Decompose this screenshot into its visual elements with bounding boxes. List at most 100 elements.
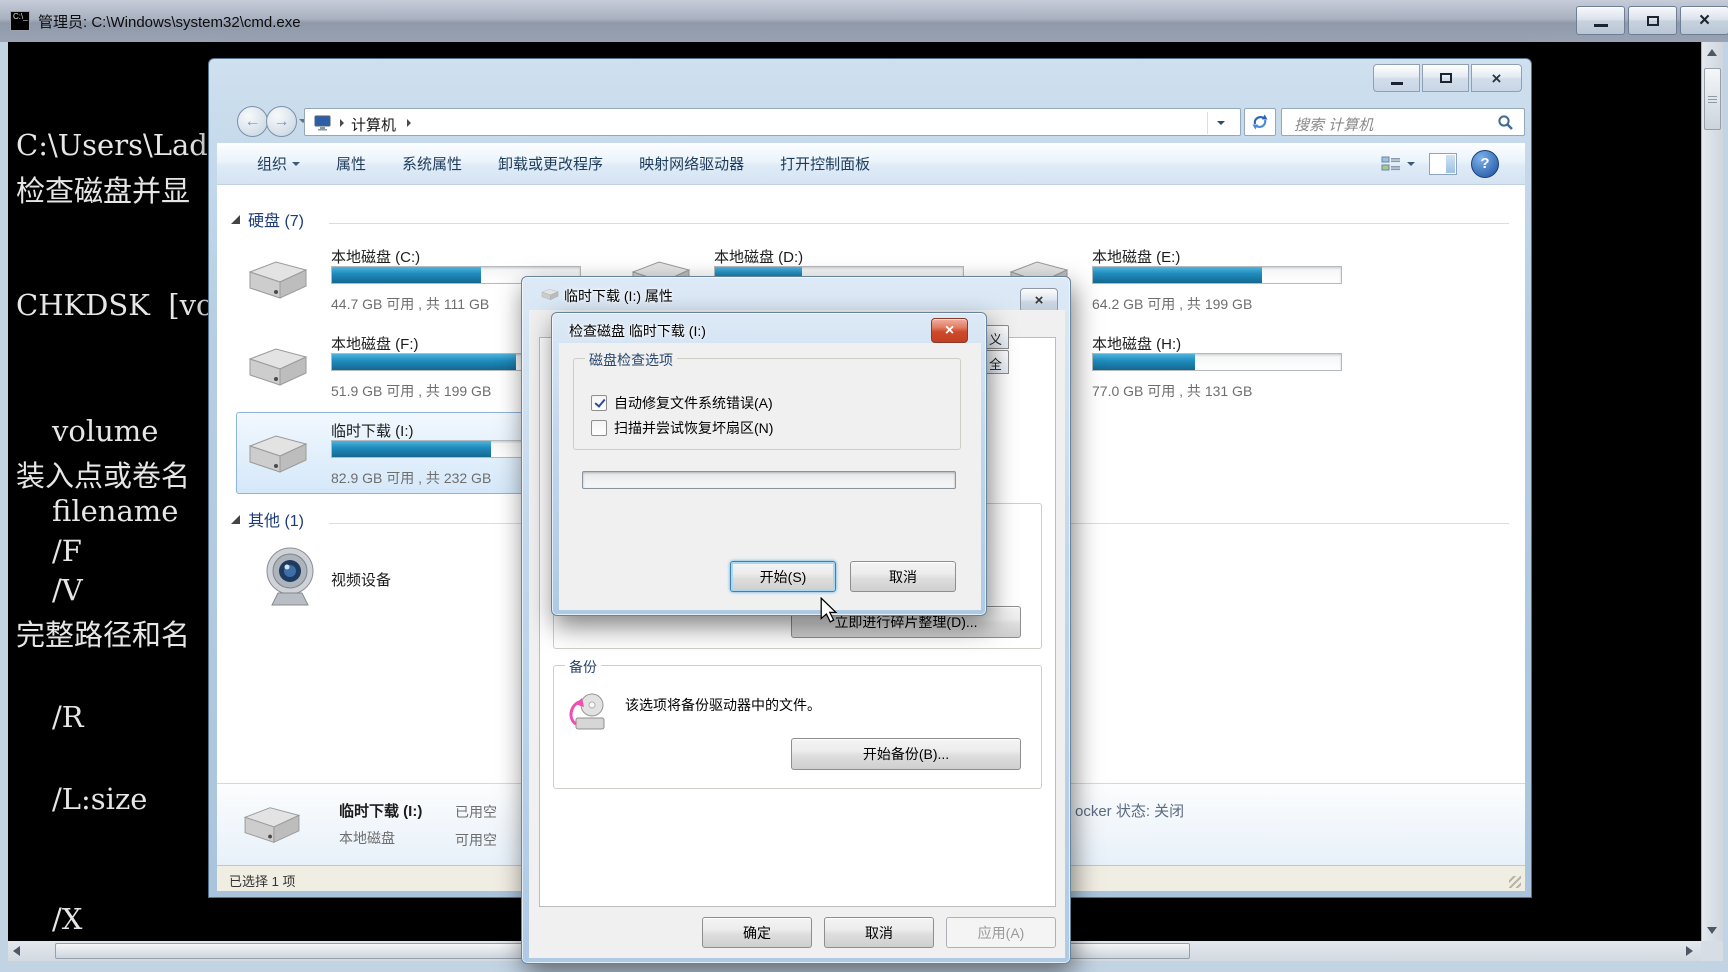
toolbar-item-label: 组织 — [257, 153, 287, 174]
toolbar-item-label: 属性 — [336, 153, 366, 174]
checkdisk-dialog: 检查磁盘 临时下载 (I:) × 磁盘检查选项 自动修复文件系统错误(A)扫描并… — [551, 312, 987, 616]
breadcrumb-arrow-icon[interactable] — [407, 119, 411, 127]
console-text-line: /R — [52, 700, 84, 734]
drive-name: 本地磁盘 (H:) — [1092, 333, 1181, 354]
scroll-up-icon[interactable] — [1707, 49, 1717, 56]
checkdisk-cancel-button[interactable]: 取消 — [850, 561, 956, 592]
apply-button[interactable]: 应用(A) — [946, 917, 1056, 948]
vertical-scroll-thumb[interactable] — [1704, 68, 1721, 130]
preview-pane-button[interactable] — [1429, 153, 1457, 175]
options-group-label: 磁盘检查选项 — [585, 350, 677, 370]
drive-name: 临时下载 (I:) — [331, 420, 414, 441]
ok-button[interactable]: 确定 — [702, 917, 812, 948]
address-dropdown-icon[interactable] — [1217, 121, 1225, 125]
toolbar-item-6[interactable]: 打开控制面板 — [780, 153, 870, 174]
cmd-minimize-button[interactable] — [1576, 6, 1625, 35]
details-used-space: 已用空 — [455, 802, 497, 822]
webcam-icon — [260, 545, 320, 609]
search-icon[interactable] — [1497, 114, 1514, 131]
status-text: 已选择 1 项 — [229, 871, 295, 890]
help-button[interactable]: ? — [1471, 150, 1499, 178]
button-label: 开始(S) — [760, 567, 807, 587]
cmd-close-button[interactable]: × — [1680, 6, 1728, 35]
details-bitlocker-status: ocker 状态: 关闭 — [1075, 800, 1184, 821]
drive-capacity-fill — [332, 354, 516, 370]
toolbar-item-2[interactable]: 属性 — [336, 153, 366, 174]
backup-icon — [567, 691, 609, 735]
divider — [1207, 112, 1208, 134]
toolbar-item-5[interactable]: 映射网络驱动器 — [639, 153, 744, 174]
close-icon: × — [1699, 11, 1710, 30]
resize-grip[interactable] — [1509, 876, 1521, 888]
checkbox-label: 自动修复文件系统错误(A) — [614, 393, 773, 413]
drive-icon — [241, 800, 303, 850]
explorer-caption-buttons: × — [1373, 64, 1522, 92]
start-backup-button[interactable]: 开始备份(B)... — [791, 738, 1021, 770]
properties-dialog-title: 临时下载 (I:) 属性 — [564, 286, 673, 306]
toolbar-item-label: 卸载或更改程序 — [498, 153, 603, 174]
scroll-left-icon[interactable] — [13, 946, 20, 956]
toolbar-item-4[interactable]: 卸载或更改程序 — [498, 153, 603, 174]
button-label: 取消 — [865, 923, 893, 943]
back-button[interactable]: ← — [237, 106, 268, 137]
drive-free-space: 77.0 GB 可用 , 共 131 GB — [1092, 381, 1252, 401]
cmd-titlebar: C:\_ 管理员: C:\Windows\system32\cmd.exe × — [0, 0, 1728, 43]
forward-arrow-icon: → — [274, 113, 290, 131]
console-text-line: /F — [52, 534, 82, 568]
cmd-window-title: 管理员: C:\Windows\system32\cmd.exe — [38, 11, 301, 32]
console-text-line: filename — [52, 494, 178, 528]
close-icon: × — [1035, 292, 1044, 309]
console-text-line: /L:size — [52, 782, 147, 816]
breadcrumb-computer[interactable]: 计算机 — [351, 114, 396, 135]
search-box[interactable]: 搜索 计算机 — [1281, 108, 1525, 136]
minimize-icon — [1391, 82, 1403, 85]
toolbar-item-label: 系统属性 — [402, 153, 462, 174]
console-text-line: volume — [52, 414, 158, 448]
cmd-vertical-scrollbar[interactable] — [1701, 42, 1723, 941]
preview-pane-icon — [1446, 155, 1455, 173]
change-view-button[interactable] — [1381, 155, 1415, 172]
console-text-line: 装入点或卷名 — [16, 453, 190, 495]
details-subtitle: 本地磁盘 — [339, 828, 395, 848]
forward-button[interactable]: → — [266, 106, 297, 137]
scroll-right-icon[interactable] — [1686, 946, 1693, 956]
backup-group: 备份 — [553, 665, 1042, 789]
checkbox-checked[interactable] — [591, 395, 607, 411]
refresh-button[interactable] — [1244, 108, 1276, 136]
console-text-line: 完整路径和名 — [16, 612, 190, 654]
drive-icon — [246, 254, 310, 306]
cmd-maximize-button[interactable] — [1628, 6, 1677, 35]
scroll-down-icon[interactable] — [1707, 927, 1717, 934]
maximize-icon — [1440, 73, 1452, 83]
cancel-button[interactable]: 取消 — [824, 917, 934, 948]
checkdisk-option-1[interactable]: 自动修复文件系统错误(A) — [591, 393, 773, 413]
address-bar[interactable]: 计算机 — [304, 108, 1241, 136]
checkdisk-progress-bar — [582, 471, 956, 489]
screen: C:\_ 管理员: C:\Windows\system32\cmd.exe × … — [0, 0, 1728, 972]
maximize-icon — [1647, 16, 1659, 26]
explorer-close-button[interactable]: × — [1471, 64, 1522, 92]
explorer-toolbar: 组织 属性 系统属性 卸载或更改程序 映射网络驱动器 打开控制面板 ? — [217, 143, 1525, 185]
checkdisk-options-group: 磁盘检查选项 自动修复文件系统错误(A)扫描并尝试恢复坏扇区(N) — [573, 358, 961, 450]
help-icon: ? — [1480, 155, 1489, 172]
video-device-label: 视频设备 — [331, 569, 391, 590]
video-device-item[interactable] — [260, 545, 320, 614]
start-button[interactable]: 开始(S) — [730, 561, 836, 592]
details-free-space: 可用空 — [455, 830, 497, 850]
views-icon — [1381, 155, 1401, 172]
toolbar-item-3[interactable]: 系统属性 — [402, 153, 462, 174]
console-text-line: 检查磁盘并显 — [16, 168, 190, 210]
toolbar-item-1[interactable]: 组织 — [257, 153, 300, 174]
breadcrumb-arrow-icon[interactable] — [340, 119, 344, 127]
checkbox-unchecked[interactable] — [591, 420, 607, 436]
explorer-maximize-button[interactable] — [1422, 64, 1469, 92]
drive-name: 本地磁盘 (E:) — [1092, 246, 1180, 267]
thumb-grip — [1708, 96, 1717, 103]
drive-name: 本地磁盘 (F:) — [331, 333, 419, 354]
checkdisk-close-button[interactable]: × — [931, 318, 968, 343]
drive-capacity-fill — [332, 267, 481, 283]
explorer-minimize-button[interactable] — [1373, 64, 1420, 92]
search-placeholder: 搜索 计算机 — [1294, 114, 1373, 135]
drive-icon — [540, 287, 560, 302]
checkdisk-option-2[interactable]: 扫描并尝试恢复坏扇区(N) — [591, 418, 773, 438]
